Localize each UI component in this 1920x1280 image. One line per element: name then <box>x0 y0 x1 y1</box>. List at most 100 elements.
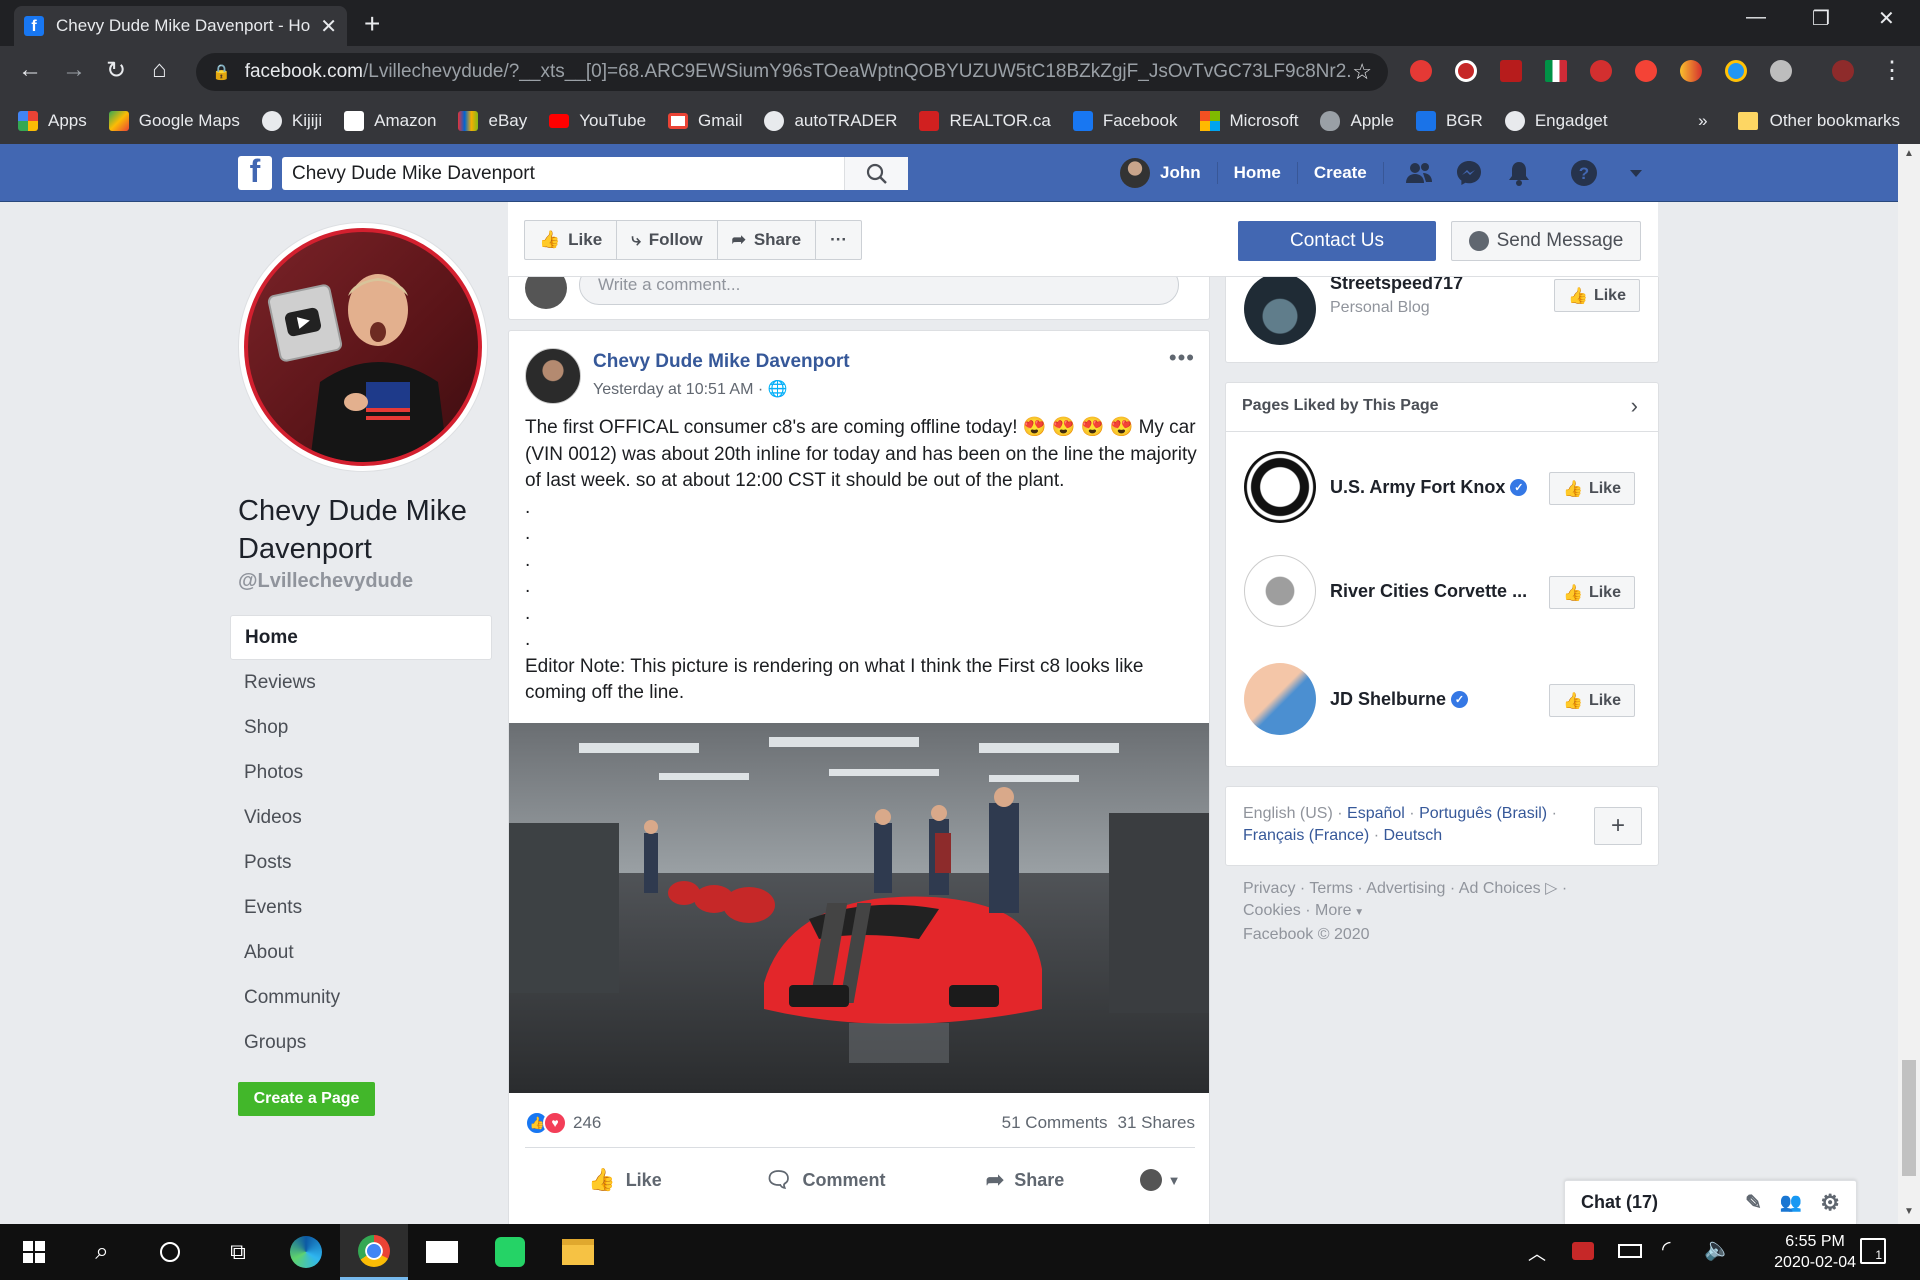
post-like-button[interactable]: 👍 Like <box>525 1167 725 1193</box>
tray-app-icon[interactable] <box>1572 1242 1594 1260</box>
post-options-icon[interactable]: ••• <box>1169 345 1195 371</box>
forward-icon[interactable]: → <box>62 56 86 84</box>
footer-terms[interactable]: Terms <box>1309 880 1353 897</box>
bookmarks-overflow-icon[interactable]: » <box>1698 111 1707 131</box>
liked-page-name[interactable]: River Cities Corvette ... <box>1330 581 1527 602</box>
close-window-icon[interactable]: ✕ <box>1878 6 1895 31</box>
footer-advertising[interactable]: Advertising <box>1366 880 1445 897</box>
language-deutsch[interactable]: Deutsch <box>1383 827 1442 844</box>
adblock-extension-icon[interactable] <box>1590 60 1612 82</box>
search-input[interactable] <box>282 157 844 190</box>
comment-input[interactable]: Write a comment... <box>579 277 1179 305</box>
page-more-button[interactable]: ··· <box>816 221 861 259</box>
user-avatar[interactable] <box>1120 158 1150 188</box>
profile-picture[interactable] <box>244 228 482 466</box>
scrollbar-thumb[interactable] <box>1902 1060 1916 1176</box>
minimize-icon[interactable]: — <box>1746 6 1766 29</box>
bookmark-autotrader[interactable]: autoTRADER <box>764 111 897 131</box>
chat-bar[interactable]: Chat (17) ✎ 👥 ⚙ <box>1564 1180 1857 1224</box>
compass-extension-icon[interactable] <box>1725 60 1747 82</box>
like-button-streetspeed[interactable]: 👍 Like <box>1554 279 1640 312</box>
bookmark-apps[interactable]: Apps <box>18 111 87 131</box>
user-name[interactable]: John <box>1160 163 1201 183</box>
nav-create[interactable]: Create <box>1314 163 1367 183</box>
volume-icon[interactable]: 🔈 <box>1704 1236 1731 1262</box>
address-bar[interactable]: 🔒 facebook.com/Lvillechevydude/?__xts__[… <box>196 53 1388 91</box>
sidebar-item-reviews[interactable]: Reviews <box>230 660 492 705</box>
post-author-avatar[interactable] <box>525 348 581 404</box>
sidebar-item-posts[interactable]: Posts <box>230 840 492 885</box>
footer-ad-choices[interactable]: Ad Choices <box>1459 880 1541 897</box>
show-hidden-icons[interactable]: ︿ <box>1528 1240 1546 1266</box>
home-icon[interactable]: ⌂ <box>152 56 167 84</box>
help-icon[interactable]: ? <box>1570 159 1598 187</box>
comment-count[interactable]: 51 Comments <box>1002 1113 1108 1133</box>
notifications-bell-icon[interactable] <box>1505 159 1533 187</box>
add-language-button[interactable]: + <box>1594 807 1642 845</box>
bookmark-ebay[interactable]: eBay <box>458 111 527 131</box>
flag-extension-icon[interactable] <box>1545 60 1567 82</box>
language-espanol[interactable]: Español <box>1347 805 1405 822</box>
bookmark-amazon[interactable]: Amazon <box>344 111 436 131</box>
new-tab-icon[interactable]: + <box>364 8 380 40</box>
streetspeed-logo[interactable] <box>1244 277 1316 345</box>
battery-icon[interactable] <box>1618 1244 1642 1258</box>
bookmark-apple[interactable]: Apple <box>1320 111 1394 131</box>
taskbar-chrome[interactable] <box>340 1224 408 1280</box>
back-icon[interactable]: ← <box>18 56 42 84</box>
wifi-icon[interactable]: ◜ <box>1662 1236 1671 1262</box>
share-count[interactable]: 31 Shares <box>1118 1113 1196 1133</box>
sidebar-item-community[interactable]: Community <box>230 975 492 1020</box>
liked-page-name[interactable]: U.S. Army Fort Knox ✓ <box>1330 477 1528 498</box>
reload-icon[interactable]: ↻ <box>106 56 126 85</box>
language-francais[interactable]: Français (France) <box>1243 827 1369 844</box>
post-share-button[interactable]: ➦ Share <box>925 1167 1125 1193</box>
bookmark-engadget[interactable]: Engadget <box>1504 111 1608 131</box>
other-bookmarks[interactable]: Other bookmarks <box>1770 111 1900 131</box>
bookmark-bgr[interactable]: BGR <box>1415 111 1483 131</box>
hand-extension-icon[interactable] <box>1635 60 1657 82</box>
page-like-button[interactable]: 👍 Like <box>525 221 618 259</box>
post-photo[interactable] <box>509 723 1209 1093</box>
bookmark-gmail[interactable]: Gmail <box>668 111 742 131</box>
footer-more[interactable]: More <box>1315 902 1351 919</box>
footer-privacy[interactable]: Privacy <box>1243 880 1295 897</box>
taskbar-file-explorer[interactable] <box>544 1224 612 1280</box>
language-portugues[interactable]: Português (Brasil) <box>1419 805 1547 822</box>
like-button-jd-shelburne[interactable]: 👍 Like <box>1549 684 1635 717</box>
page-follow-button[interactable]: ⤷ Follow <box>617 221 718 259</box>
bookmark-google-maps[interactable]: Google Maps <box>108 111 240 131</box>
taskbar-edge[interactable] <box>272 1224 340 1280</box>
gear-icon[interactable]: ⚙ <box>1820 1190 1840 1216</box>
menu-kebab-icon[interactable]: ⋮ <box>1880 56 1904 85</box>
like-button-fort-knox[interactable]: 👍 Like <box>1549 472 1635 505</box>
compose-icon[interactable]: ✎ <box>1745 1190 1762 1215</box>
tab-close-icon[interactable]: ✕ <box>320 14 337 39</box>
page-share-button[interactable]: ➦ Share <box>718 221 817 259</box>
scroll-up-icon[interactable]: ▲ <box>1904 148 1914 159</box>
page-handle[interactable]: @Lvillechevydude <box>238 570 413 593</box>
footer-cookies[interactable]: Cookies <box>1243 902 1301 919</box>
sidebar-item-events[interactable]: Events <box>230 885 492 930</box>
post-author[interactable]: Chevy Dude Mike Davenport <box>593 351 850 373</box>
liked-page-name[interactable]: JD Shelburne ✓ <box>1330 689 1469 710</box>
taskbar-mail[interactable] <box>408 1224 476 1280</box>
cortana-button[interactable] <box>136 1224 204 1280</box>
extension-icon[interactable] <box>1680 60 1702 82</box>
system-clock[interactable]: 6:55 PM 2020-02-04 <box>1774 1231 1856 1273</box>
taskbar-whatsapp[interactable] <box>476 1224 544 1280</box>
extension-icon[interactable] <box>1410 60 1432 82</box>
start-button[interactable] <box>0 1224 68 1280</box>
blocker-extension-icon[interactable] <box>1455 60 1477 82</box>
extension-icon[interactable] <box>1770 60 1792 82</box>
suggested-page-name[interactable]: Streetspeed717 <box>1330 277 1463 294</box>
like-button-river-cities[interactable]: 👍 Like <box>1549 576 1635 609</box>
page-scrollbar[interactable]: ▲ ▼ <box>1898 144 1920 1224</box>
sidebar-item-home[interactable]: Home <box>230 615 492 660</box>
group-chat-icon[interactable]: 👥 <box>1780 1192 1802 1213</box>
browser-tab[interactable]: f Chevy Dude Mike Davenport - Ho ✕ <box>14 6 347 46</box>
profile-icon[interactable] <box>1832 60 1854 82</box>
post-comment-button[interactable]: 🗨 Comment <box>725 1167 925 1193</box>
pdf-extension-icon[interactable] <box>1500 60 1522 82</box>
bookmark-youtube[interactable]: YouTube <box>549 111 646 131</box>
